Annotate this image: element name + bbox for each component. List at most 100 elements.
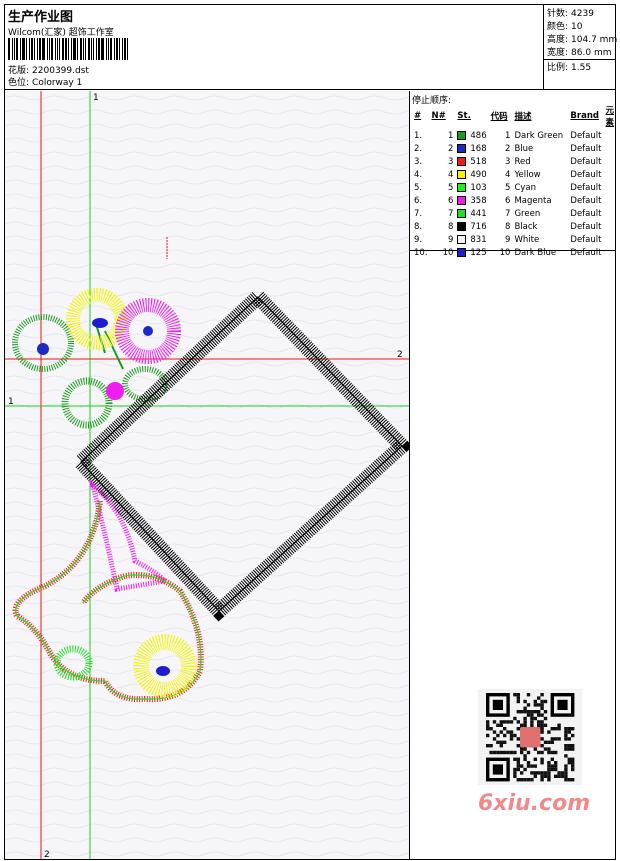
row-code: 7 — [505, 208, 511, 219]
row-index: 5. — [414, 182, 423, 193]
qr-module — [571, 761, 575, 765]
color-swatch — [457, 156, 467, 166]
qr-module — [516, 744, 520, 748]
row-swatch — [455, 194, 468, 207]
scale-ratio: 比例: 1.55 — [547, 60, 591, 73]
qr-module — [496, 733, 500, 738]
fabric-texture — [5, 91, 409, 859]
qr-module — [571, 757, 575, 761]
qr-module — [540, 737, 544, 741]
col-header-stitches: St. — [457, 111, 471, 121]
qr-module — [530, 713, 534, 717]
qr-module — [537, 703, 541, 707]
qr-module — [540, 750, 544, 755]
row-description: Dark Green — [514, 130, 564, 141]
row-swatch — [455, 181, 468, 194]
qr-finder — [492, 764, 503, 775]
color-swatch — [457, 221, 467, 231]
barcode-bar — [51, 38, 53, 60]
barcode-bar — [122, 38, 123, 60]
table-row[interactable]: 4. 4 490 4 Yellow Default — [412, 168, 616, 181]
qr-module — [550, 727, 554, 731]
row-stitches: 103 — [470, 182, 487, 193]
qr-module — [547, 764, 551, 768]
qr-module — [492, 730, 497, 734]
barcode-bar — [77, 38, 78, 60]
qr-module — [564, 730, 568, 734]
table-row[interactable]: 9. 9 831 9 White Default — [412, 233, 616, 246]
qr-module — [540, 703, 544, 707]
row-index: 4. — [414, 169, 423, 180]
qr-module — [554, 761, 558, 765]
qr-module — [533, 703, 537, 707]
design-preview: 1 2 1 2 — [5, 91, 409, 859]
qr-module — [550, 737, 554, 741]
guide-label-v1: 1 — [93, 93, 99, 103]
qr-module — [523, 754, 527, 758]
qr-module — [571, 778, 575, 782]
qr-module — [567, 730, 571, 734]
row-index: 6. — [414, 195, 423, 206]
qr-module — [540, 727, 544, 731]
qr-module — [540, 761, 544, 765]
qr-module — [533, 757, 537, 761]
qr-code-image — [478, 689, 582, 785]
color-sequence-table: # N# St. 代码 描述 Brand 元素 1. 1 486 1 Dark Gree… — [412, 103, 616, 259]
row-code: 3 — [505, 156, 511, 167]
barcode-bar — [12, 38, 13, 60]
color-swatch — [457, 130, 467, 140]
guide-label-h2: 2 — [397, 350, 403, 360]
qr-module — [503, 740, 507, 744]
qr-module — [486, 733, 490, 738]
qr-module — [509, 733, 514, 738]
qr-module — [554, 727, 558, 731]
qr-module — [530, 764, 534, 768]
qr-module — [564, 774, 568, 778]
row-number: 3 — [447, 156, 454, 167]
table-row[interactable]: 7. 7 441 7 Green Default — [412, 207, 616, 220]
row-brand: Default — [570, 234, 602, 245]
barcode-bar — [91, 38, 92, 60]
row-number: 6 — [447, 195, 454, 206]
qr-module — [537, 750, 541, 755]
row-index: 2. — [414, 143, 423, 154]
table-row[interactable]: 8. 8 716 8 Black Default — [412, 220, 616, 233]
row-number: 4 — [447, 169, 454, 180]
qr-module — [530, 710, 534, 714]
qr-module — [540, 706, 544, 710]
barcode-bar — [16, 38, 18, 60]
table-row[interactable]: 1. 1 486 1 Dark Green Default — [412, 129, 616, 142]
qr-module — [540, 730, 544, 734]
col-header-number: N# — [431, 111, 446, 121]
row-index: 10. — [414, 247, 428, 258]
row-swatch — [455, 246, 468, 259]
row-stitches: 490 — [470, 169, 487, 180]
green-flower-center — [37, 343, 49, 355]
row-swatch — [455, 155, 468, 168]
barcode-bar — [37, 38, 38, 60]
table-row[interactable]: 6. 6 358 6 Magenta Default — [412, 194, 616, 207]
row-swatch — [455, 233, 468, 246]
qr-module — [520, 747, 524, 751]
row-code: 2 — [505, 143, 511, 154]
qr-module — [557, 771, 561, 775]
qr-module — [554, 767, 558, 772]
qr-module — [523, 767, 527, 772]
table-row[interactable]: 5. 5 103 5 Cyan Default — [412, 181, 616, 194]
scale-ratio-value: 1.55 — [571, 63, 592, 73]
barcode-image — [8, 38, 142, 60]
table-row[interactable]: 3. 3 518 3 Red Default — [412, 155, 616, 168]
qr-module — [526, 764, 531, 768]
barcode-bar — [57, 38, 58, 60]
color-swatch — [457, 195, 467, 205]
design-height-value: 104.7 mm — [571, 35, 618, 45]
qr-module — [554, 737, 558, 741]
table-row[interactable]: 10. 10 125 10 Dark Blue Default — [412, 246, 616, 259]
row-brand: Default — [570, 156, 602, 167]
qr-module — [540, 778, 544, 782]
qr-module — [526, 703, 531, 707]
qr-module — [547, 750, 551, 755]
qr-module — [516, 720, 520, 724]
color-table-wrap: # N# St. 代码 描述 Brand 元素 1. 1 486 1 Dark Gree… — [410, 103, 616, 258]
table-row[interactable]: 2. 2 168 2 Blue Default — [412, 142, 616, 155]
